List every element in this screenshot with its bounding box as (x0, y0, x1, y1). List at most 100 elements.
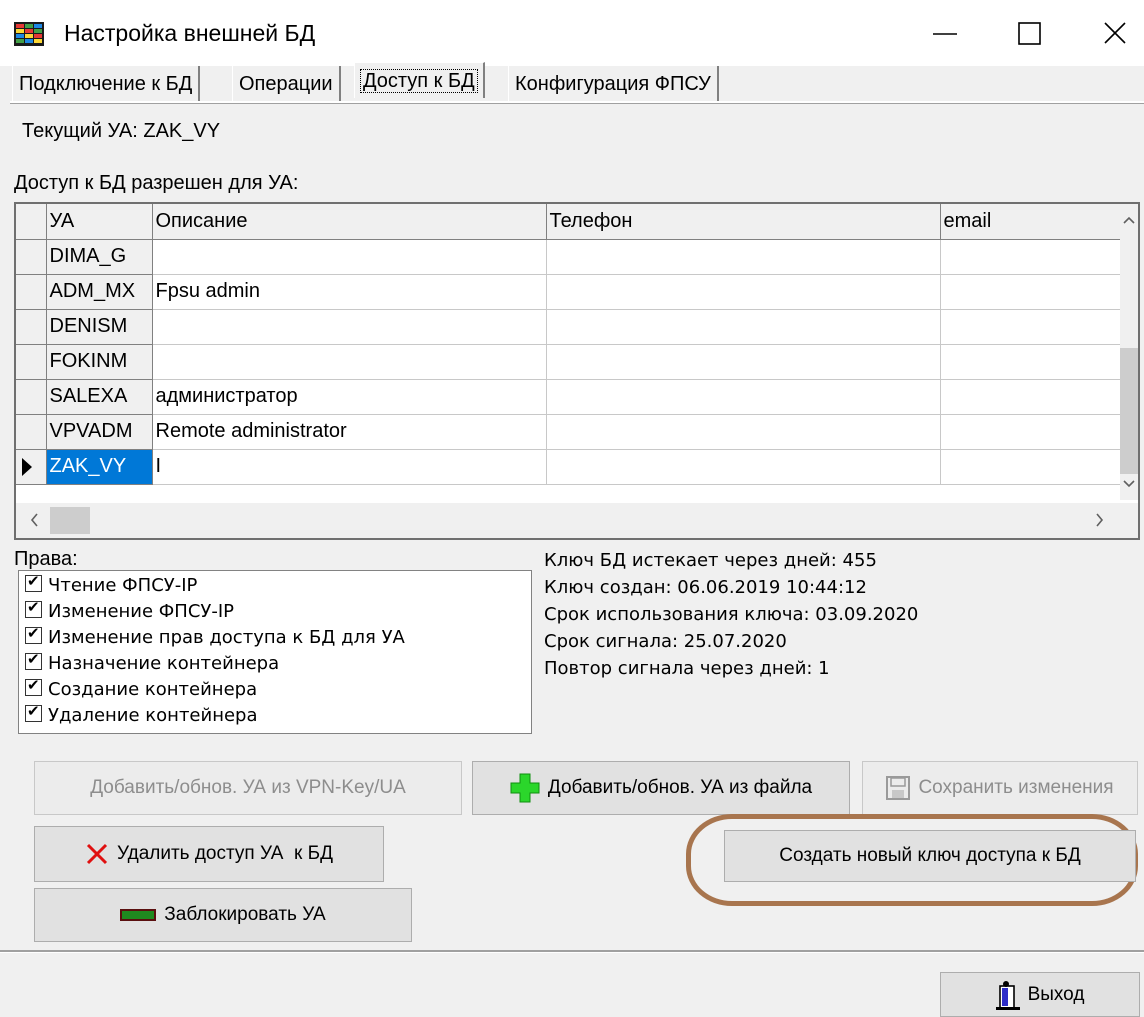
signal-repeat-info: Повтор сигнала через дней: 1 (544, 658, 830, 679)
table-row[interactable]: FOKINM (16, 344, 1121, 380)
tab-label: Доступ к БД (360, 69, 478, 93)
phone-cell[interactable] (546, 344, 941, 380)
checkbox-checked[interactable] (25, 675, 42, 696)
checkbox-checked[interactable] (25, 623, 42, 644)
door-exit-icon (995, 980, 1020, 1010)
tab-label: Конфигурация ФПСУ (515, 73, 711, 95)
phone-cell[interactable] (546, 309, 941, 345)
row-indicator (16, 239, 47, 275)
ua-cell[interactable]: DIMA_G (46, 239, 153, 275)
description-cell[interactable]: I (152, 449, 547, 485)
ua-cell[interactable]: ZAK_VY (46, 449, 153, 485)
right-delete-container[interactable]: Удаление контейнера (25, 701, 258, 729)
ua-cell[interactable]: DENISM (46, 309, 153, 345)
tab-fpsu-config[interactable]: Конфигурация ФПСУ (508, 66, 719, 102)
right-read-fpsu[interactable]: Чтение ФПСУ-IP (25, 571, 197, 599)
ua-cell[interactable]: SALEXA (46, 379, 153, 415)
column-header-ua[interactable]: УА (46, 204, 153, 240)
table-row[interactable]: ADM_MX Fpsu admin (16, 274, 1121, 310)
ua-cell[interactable]: VPVADM (46, 414, 153, 450)
block-bar-icon (120, 909, 157, 921)
right-label: Создание контейнера (48, 679, 258, 700)
scroll-up-icon[interactable] (1120, 210, 1138, 230)
row-indicator (16, 449, 47, 485)
column-header-phone[interactable]: Телефон (546, 204, 941, 240)
maximize-button[interactable] (1005, 8, 1055, 58)
row-indicator (16, 274, 47, 310)
scroll-right-icon[interactable] (1090, 510, 1110, 530)
right-label: Изменение ФПСУ-IP (48, 601, 235, 622)
column-header-email[interactable]: email (940, 204, 1121, 240)
tab-divider (10, 101, 1144, 104)
description-cell[interactable] (152, 239, 547, 275)
vertical-scroll-thumb[interactable] (1120, 348, 1138, 474)
column-header-description[interactable]: Описание (152, 204, 547, 240)
email-cell[interactable] (940, 309, 1121, 345)
delete-ua-access-button[interactable]: Удалить доступ УА к БД (34, 826, 384, 882)
tab-db-access[interactable]: Доступ к БД (354, 62, 485, 98)
add-from-vpn-key-button[interactable]: Добавить/обнов. УА из VPN-Key/UA (34, 761, 462, 815)
table-row[interactable]: DENISM (16, 309, 1121, 345)
description-cell[interactable] (152, 344, 547, 380)
email-cell[interactable] (940, 414, 1121, 450)
table-row[interactable]: DIMA_G (16, 239, 1121, 275)
exit-button[interactable]: Выход (940, 972, 1140, 1017)
row-indicator (16, 414, 47, 450)
save-changes-button[interactable]: Сохранить изменения (862, 761, 1138, 815)
checkbox-checked[interactable] (25, 571, 42, 592)
scroll-left-icon[interactable] (24, 510, 44, 530)
description-cell[interactable]: администратор (152, 379, 547, 415)
phone-cell[interactable] (546, 449, 941, 485)
right-create-container[interactable]: Создание контейнера (25, 675, 258, 703)
ua-access-grid[interactable]: УА Описание Телефон email DIMA_G ADM_MX … (14, 202, 1140, 540)
email-cell[interactable] (940, 344, 1121, 380)
rights-checklist[interactable]: Чтение ФПСУ-IP Изменение ФПСУ-IP Изменен… (18, 570, 532, 734)
close-button[interactable] (1090, 8, 1140, 58)
right-assign-container[interactable]: Назначение контейнера (25, 649, 280, 677)
table-row[interactable]: VPVADM Remote administrator (16, 414, 1121, 450)
block-ua-button[interactable]: Заблокировать УА (34, 888, 412, 942)
checkbox-checked[interactable] (25, 597, 42, 618)
email-cell[interactable] (940, 449, 1121, 485)
tab-operations[interactable]: Операции (232, 66, 341, 102)
row-indicator (16, 309, 47, 345)
tab-db-connection[interactable]: Подключение к БД (12, 66, 201, 102)
table-row[interactable]: SALEXA администратор (16, 379, 1121, 415)
minimize-button[interactable] (920, 8, 970, 58)
window-title: Настройка внешней БД (64, 20, 316, 46)
right-modify-fpsu[interactable]: Изменение ФПСУ-IP (25, 597, 235, 625)
add-from-file-button[interactable]: Добавить/обнов. УА из файла (472, 761, 850, 815)
table-header-row: УА Описание Телефон email (16, 204, 1121, 240)
right-label: Назначение контейнера (48, 653, 280, 674)
horizontal-scroll-thumb[interactable] (50, 507, 90, 534)
horizontal-scrollbar[interactable] (16, 503, 1138, 538)
floppy-disk-icon (886, 776, 911, 800)
phone-cell[interactable] (546, 379, 941, 415)
checkbox-checked[interactable] (25, 701, 42, 722)
button-label: Выход (1027, 983, 1085, 1005)
create-new-key-button[interactable]: Создать новый ключ доступа к БД (724, 830, 1136, 882)
ua-cell[interactable]: FOKINM (46, 344, 153, 380)
scroll-down-icon[interactable] (1120, 474, 1138, 494)
phone-cell[interactable] (546, 414, 941, 450)
right-modify-db-access[interactable]: Изменение прав доступа к БД для УА (25, 623, 405, 651)
table-row-selected[interactable]: ZAK_VY I (16, 449, 1121, 485)
description-cell[interactable]: Fpsu admin (152, 274, 547, 310)
email-cell[interactable] (940, 379, 1121, 415)
phone-cell[interactable] (546, 239, 941, 275)
description-cell[interactable] (152, 309, 547, 345)
tab-label: Подключение к БД (19, 73, 193, 95)
access-list-label: Доступ к БД разрешен для УА: (14, 172, 299, 194)
button-label: Добавить/обнов. УА из VPN-Key/UA (90, 777, 406, 798)
checkbox-checked[interactable] (25, 649, 42, 670)
ua-cell[interactable]: ADM_MX (46, 274, 153, 310)
button-label: Удалить доступ УА к БД (117, 843, 333, 864)
key-expires-info: Ключ БД истекает через дней: 455 (544, 550, 877, 571)
email-cell[interactable] (940, 274, 1121, 310)
description-cell[interactable]: Remote administrator (152, 414, 547, 450)
row-indicator-header (16, 204, 47, 240)
signal-date-info: Срок сигнала: 25.07.2020 (544, 631, 787, 652)
row-indicator (16, 344, 47, 380)
email-cell[interactable] (940, 239, 1121, 275)
phone-cell[interactable] (546, 274, 941, 310)
